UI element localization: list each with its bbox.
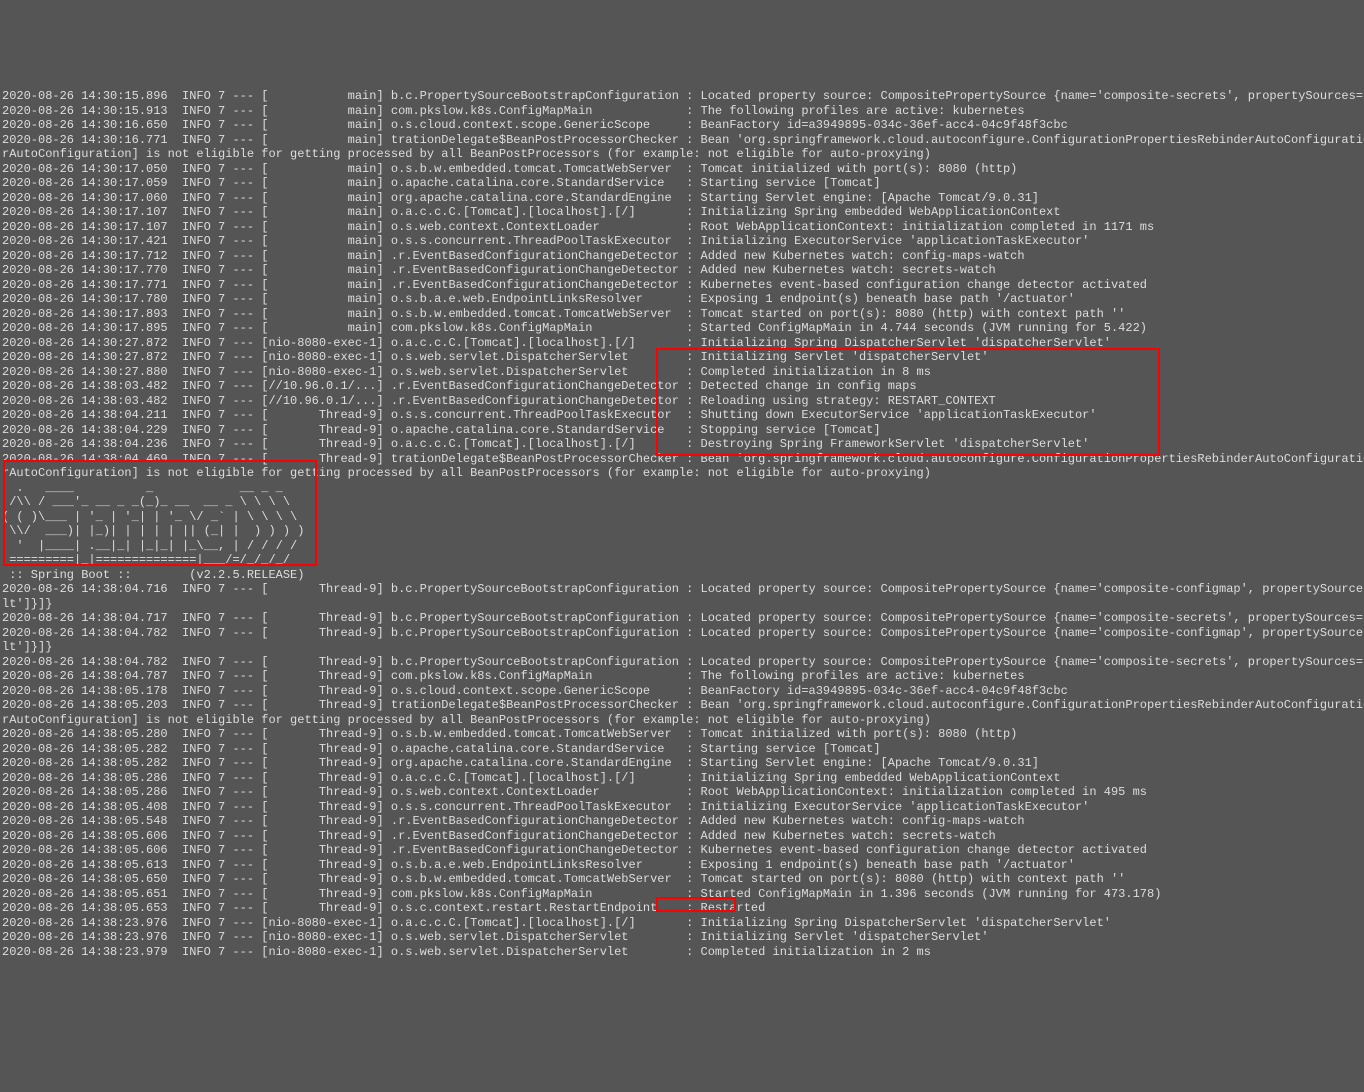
log-line: 2020-08-26 14:38:23.976 INFO 7 --- [nio-…: [2, 930, 1364, 945]
log-line: 2020-08-26 14:38:04.469 INFO 7 --- [ Thr…: [2, 452, 1364, 467]
log-line: 2020-08-26 14:38:05.178 INFO 7 --- [ Thr…: [2, 684, 1364, 699]
log-line: 2020-08-26 14:38:05.203 INFO 7 --- [ Thr…: [2, 698, 1364, 713]
log-line: 2020-08-26 14:30:17.893 INFO 7 --- [ mai…: [2, 307, 1364, 322]
log-line: 2020-08-26 14:38:05.606 INFO 7 --- [ Thr…: [2, 829, 1364, 844]
log-line: 2020-08-26 14:38:03.482 INFO 7 --- [//10…: [2, 379, 1364, 394]
log-line: ' |____| .__|_| |_|_| |_\__, | / / / /: [2, 539, 1364, 554]
log-line: 2020-08-26 14:30:16.650 INFO 7 --- [ mai…: [2, 118, 1364, 133]
log-line: 2020-08-26 14:30:27.880 INFO 7 --- [nio-…: [2, 365, 1364, 380]
log-line: . ____ _ __ _ _: [2, 481, 1364, 496]
log-line: 2020-08-26 14:30:17.059 INFO 7 --- [ mai…: [2, 176, 1364, 191]
log-line: rAutoConfiguration] is not eligible for …: [2, 147, 1364, 162]
log-line: 2020-08-26 14:30:15.913 INFO 7 --- [ mai…: [2, 104, 1364, 119]
log-line: 2020-08-26 14:38:23.976 INFO 7 --- [nio-…: [2, 916, 1364, 931]
log-line: 2020-08-26 14:30:17.050 INFO 7 --- [ mai…: [2, 162, 1364, 177]
log-line: 2020-08-26 14:38:05.280 INFO 7 --- [ Thr…: [2, 727, 1364, 742]
log-lines: 2020-08-26 14:30:15.896 INFO 7 --- [ mai…: [2, 89, 1362, 959]
log-line: 2020-08-26 14:38:05.651 INFO 7 --- [ Thr…: [2, 887, 1364, 902]
log-line: 2020-08-26 14:38:05.286 INFO 7 --- [ Thr…: [2, 771, 1364, 786]
log-line: 2020-08-26 14:30:17.060 INFO 7 --- [ mai…: [2, 191, 1364, 206]
log-line: /\\ / ___'_ __ _ _(_)_ __ __ _ \ \ \ \: [2, 495, 1364, 510]
log-line: 2020-08-26 14:38:05.408 INFO 7 --- [ Thr…: [2, 800, 1364, 815]
log-line: rAutoConfiguration] is not eligible for …: [2, 466, 1364, 481]
log-line: 2020-08-26 14:30:16.771 INFO 7 --- [ mai…: [2, 133, 1364, 148]
log-line: 2020-08-26 14:38:04.782 INFO 7 --- [ Thr…: [2, 626, 1364, 641]
log-line: :: Spring Boot :: (v2.2.5.RELEASE): [2, 568, 1364, 583]
log-line: 2020-08-26 14:30:17.770 INFO 7 --- [ mai…: [2, 263, 1364, 278]
log-line: =========|_|==============|___/=/_/_/_/: [2, 553, 1364, 568]
log-line: 2020-08-26 14:38:04.787 INFO 7 --- [ Thr…: [2, 669, 1364, 684]
log-line: 2020-08-26 14:38:23.979 INFO 7 --- [nio-…: [2, 945, 1364, 960]
log-line: 2020-08-26 14:30:17.780 INFO 7 --- [ mai…: [2, 292, 1364, 307]
log-line: 2020-08-26 14:30:17.771 INFO 7 --- [ mai…: [2, 278, 1364, 293]
log-line: lt']}]}: [2, 597, 1364, 612]
log-line: 2020-08-26 14:38:05.650 INFO 7 --- [ Thr…: [2, 872, 1364, 887]
log-line: 2020-08-26 14:30:27.872 INFO 7 --- [nio-…: [2, 350, 1364, 365]
log-line: rAutoConfiguration] is not eligible for …: [2, 713, 1364, 728]
log-line: 2020-08-26 14:30:17.895 INFO 7 --- [ mai…: [2, 321, 1364, 336]
log-line: 2020-08-26 14:30:15.896 INFO 7 --- [ mai…: [2, 89, 1364, 104]
log-line: 2020-08-26 14:38:05.286 INFO 7 --- [ Thr…: [2, 785, 1364, 800]
log-line: 2020-08-26 14:38:04.717 INFO 7 --- [ Thr…: [2, 611, 1364, 626]
log-line: 2020-08-26 14:38:04.716 INFO 7 --- [ Thr…: [2, 582, 1364, 597]
log-line: 2020-08-26 14:38:04.782 INFO 7 --- [ Thr…: [2, 655, 1364, 670]
log-line: 2020-08-26 14:38:04.236 INFO 7 --- [ Thr…: [2, 437, 1364, 452]
log-line: 2020-08-26 14:38:05.548 INFO 7 --- [ Thr…: [2, 814, 1364, 829]
log-line: \\/ ___)| |_)| | | | | || (_| | ) ) ) ): [2, 524, 1364, 539]
log-line: 2020-08-26 14:38:05.282 INFO 7 --- [ Thr…: [2, 742, 1364, 757]
log-line: 2020-08-26 14:38:05.282 INFO 7 --- [ Thr…: [2, 756, 1364, 771]
log-line: ( ( )\___ | '_ | '_| | '_ \/ _` | \ \ \ …: [2, 510, 1364, 525]
log-line: 2020-08-26 14:38:04.229 INFO 7 --- [ Thr…: [2, 423, 1364, 438]
log-line: 2020-08-26 14:38:05.613 INFO 7 --- [ Thr…: [2, 858, 1364, 873]
log-line: 2020-08-26 14:30:17.107 INFO 7 --- [ mai…: [2, 205, 1364, 220]
log-line: 2020-08-26 14:38:03.482 INFO 7 --- [//10…: [2, 394, 1364, 409]
log-line: 2020-08-26 14:30:27.872 INFO 7 --- [nio-…: [2, 336, 1364, 351]
log-line: 2020-08-26 14:38:05.653 INFO 7 --- [ Thr…: [2, 901, 1364, 916]
log-line: 2020-08-26 14:30:17.421 INFO 7 --- [ mai…: [2, 234, 1364, 249]
log-line: 2020-08-26 14:30:17.107 INFO 7 --- [ mai…: [2, 220, 1364, 235]
log-line: 2020-08-26 14:30:17.712 INFO 7 --- [ mai…: [2, 249, 1364, 264]
log-line: 2020-08-26 14:38:05.606 INFO 7 --- [ Thr…: [2, 843, 1364, 858]
log-line: lt']}]}: [2, 640, 1364, 655]
log-output: 2020-08-26 14:30:15.896 INFO 7 --- [ mai…: [0, 58, 1364, 1019]
log-line: 2020-08-26 14:38:04.211 INFO 7 --- [ Thr…: [2, 408, 1364, 423]
